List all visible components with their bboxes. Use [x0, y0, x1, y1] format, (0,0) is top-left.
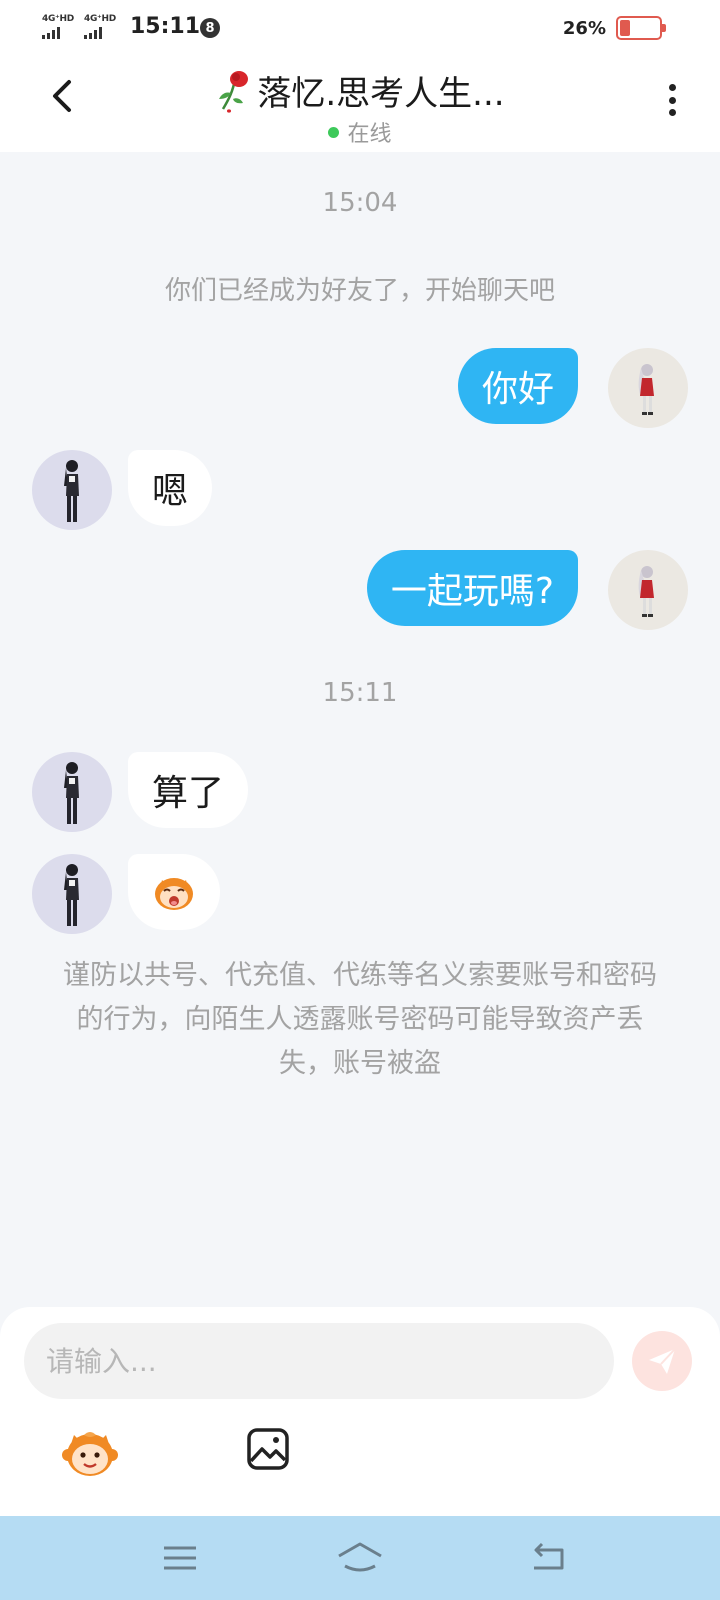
online-status-text: 在线 [347, 122, 392, 147]
incoming-message-bubble[interactable]: 嗯 [128, 450, 213, 526]
status-time: 15:11 [130, 14, 201, 39]
peer-avatar[interactable] [32, 450, 112, 530]
message-input[interactable] [24, 1323, 614, 1399]
wilted-rose-icon [219, 70, 249, 113]
contact-name: 落忆.思考人生... [0, 66, 720, 115]
online-dot-icon [328, 126, 340, 138]
incoming-sticker-bubble[interactable] [128, 854, 220, 930]
system-notice: 你们已经成为好友了，开始聊天吧 [164, 276, 555, 306]
message-timestamp: 15:11 [322, 678, 398, 708]
avatar-image [64, 762, 79, 824]
outgoing-message-bubble[interactable]: 一起玩嗎? [366, 550, 578, 626]
signal-bars-icon [42, 27, 60, 39]
back-nav-button[interactable] [528, 1538, 568, 1578]
signal-indicator-1: 4G⁺HD [42, 14, 74, 39]
peer-avatar[interactable] [32, 854, 112, 934]
signal-bars-icon [84, 27, 102, 39]
outgoing-message-bubble[interactable]: 你好 [457, 348, 578, 424]
self-avatar[interactable] [608, 550, 688, 630]
image-icon [247, 1428, 289, 1470]
battery-level-fill [620, 20, 630, 36]
contact-name-text: 落忆.思考人生... [257, 74, 505, 114]
avatar-image [64, 864, 79, 926]
incoming-message-bubble[interactable]: 算了 [128, 752, 249, 828]
battery-icon [616, 16, 666, 40]
yawning-monkey-sticker [155, 878, 193, 910]
battery-percent: 26% [562, 18, 606, 39]
send-button[interactable] [632, 1331, 692, 1391]
recent-apps-button[interactable] [160, 1538, 200, 1578]
emoji-button[interactable] [60, 1425, 120, 1481]
status-bar: 4G⁺HD 4G⁺HD 15:11 8 26% [0, 0, 720, 56]
avatar-image [638, 364, 654, 415]
home-icon [338, 1542, 382, 1572]
input-panel [0, 1307, 720, 1516]
peer-avatar[interactable] [32, 752, 112, 832]
signal-indicator-2: 4G⁺HD [84, 14, 116, 39]
home-button[interactable] [336, 1538, 384, 1578]
paper-plane-icon [649, 1348, 676, 1374]
image-button[interactable] [246, 1427, 290, 1471]
notification-count-badge: 8 [200, 18, 220, 38]
monkey-emoji-icon [62, 1432, 118, 1476]
avatar-image [638, 566, 654, 617]
security-warning: 谨防以共号、代充值、代练等名义索要账号和密码的行为，向陌生人透露账号密码可能导致… [63, 960, 657, 1079]
network-type-label: 4G⁺HD [42, 14, 74, 24]
network-type-label: 4G⁺HD [84, 14, 116, 24]
more-vertical-icon [668, 84, 676, 116]
message-timestamp: 15:04 [322, 188, 398, 218]
system-navigation-bar [0, 1516, 720, 1600]
avatar-image [64, 460, 79, 522]
chat-header: 落忆.思考人生... 在线 [0, 56, 720, 152]
online-status: 在线 [0, 116, 720, 148]
chat-message-list[interactable]: 15:04 你们已经成为好友了，开始聊天吧 你好 嗯 一起玩嗎? 15:11 算… [0, 152, 720, 1307]
back-arrow-icon [534, 1542, 564, 1570]
more-options-button[interactable] [660, 78, 684, 122]
self-avatar[interactable] [608, 348, 688, 428]
menu-icon [164, 1546, 196, 1570]
